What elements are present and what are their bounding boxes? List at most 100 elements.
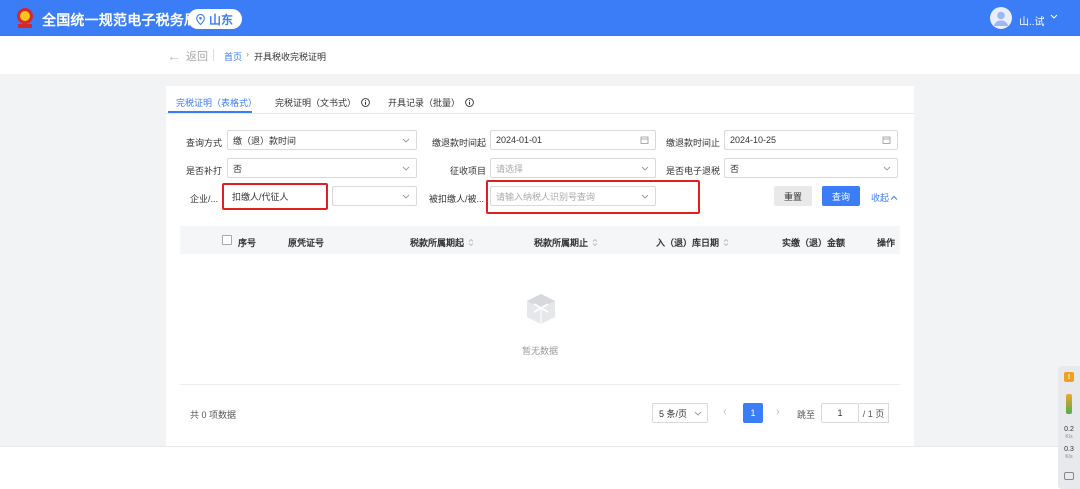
breadcrumb-separator: › (246, 49, 249, 59)
signal-bar-icon (1066, 394, 1072, 414)
collapse-label: 收起 (871, 193, 890, 203)
tab-table-format[interactable]: 完税证明（表格式） (176, 96, 257, 109)
chevron-down-icon (402, 194, 410, 199)
breadcrumb-current: 开具税收完税证明 (254, 52, 327, 62)
upload-speed-unit: K/s (1065, 434, 1073, 440)
column-header: 序号 (238, 236, 256, 249)
total-pages: / 1 页 (859, 403, 889, 423)
footer-area (0, 446, 1080, 489)
tab-bar: 完税证明（表格式） 完税证明（文书式） 开具记录（批量） (166, 86, 914, 114)
query-method-label: 查询方式 (185, 138, 222, 148)
jump-label: 跳至 (797, 410, 816, 420)
column-label: 实缴（退）金额 (782, 238, 846, 248)
divider (180, 384, 900, 385)
column-header: 操作 (877, 236, 895, 249)
table-header: 序号 原凭证号 税款所属期起 税款所属期止 入（退）库日期 实缴（退）金额 操作 (180, 226, 900, 254)
date-from-label: 缴退款时间起 (431, 138, 486, 148)
date-to-label: 缴退款时间止 (665, 138, 720, 148)
region-label: 山东 (209, 12, 234, 27)
top-header: 全国统一规范电子税务局 山东 山..试 (0, 0, 1080, 36)
sort-icon[interactable] (723, 238, 729, 247)
download-speed-unit: K/s (1065, 454, 1073, 460)
chevron-down-icon (694, 411, 702, 416)
region-selector[interactable]: 山东 (188, 9, 242, 29)
e-refund-select[interactable]: 否 (724, 158, 898, 178)
column-header[interactable]: 税款所属期止 (534, 236, 598, 249)
next-page-button[interactable]: › (776, 406, 780, 418)
warning-badge[interactable]: ! (1064, 372, 1074, 382)
chevron-down-icon (883, 166, 891, 171)
enterprise-sub-select[interactable] (332, 186, 417, 206)
reissue-select[interactable]: 否 (227, 158, 417, 178)
breadcrumb-bar: ← 返回 首页 › 开具税收完税证明 (0, 36, 1080, 74)
back-button[interactable]: ← 返回 (167, 48, 208, 64)
chevron-down-icon (641, 166, 649, 171)
levy-item-select[interactable]: 请选择 (490, 158, 656, 178)
page-size-value: 5 条/页 (659, 408, 688, 419)
calendar-icon (640, 136, 649, 144)
tax-emblem-icon (17, 8, 33, 28)
query-method-select[interactable]: 缴（退）款时间 (227, 130, 417, 150)
collapse-link[interactable]: 收起 (871, 191, 898, 204)
total-count: 共 0 项数据 (190, 410, 237, 420)
select-all-checkbox[interactable] (222, 235, 232, 245)
arrow-left-icon: ← (167, 48, 181, 64)
levy-item-label: 征收项目 (449, 166, 486, 176)
select-value: 否 (730, 163, 740, 174)
e-refund-label: 是否电子退税 (665, 166, 720, 176)
reissue-label: 是否补打 (185, 166, 222, 176)
select-placeholder: 请选择 (496, 163, 524, 174)
calendar-icon (882, 136, 891, 144)
column-header: 实缴（退）金额 (782, 236, 845, 249)
sort-icon[interactable] (468, 238, 474, 247)
column-label: 序号 (238, 238, 257, 248)
user-icon (993, 11, 1009, 26)
page-size-select[interactable]: 5 条/页 (652, 403, 708, 423)
reset-button[interactable]: 重置 (774, 186, 812, 206)
column-label: 原凭证号 (288, 238, 325, 248)
floating-monitor-widget[interactable]: ! 0.2 K/s 0.3 K/s (1058, 366, 1080, 489)
chevron-up-icon (890, 195, 898, 200)
chevron-down-icon[interactable] (1050, 12, 1058, 20)
download-speed: 0.3 (1064, 446, 1074, 453)
chevron-down-icon (402, 138, 410, 143)
date-from-picker[interactable]: 2024-01-01 (490, 130, 656, 150)
column-label: 税款所属期起 (410, 238, 465, 248)
sort-icon[interactable] (592, 238, 598, 247)
divider (213, 49, 214, 61)
tab-issue-records[interactable]: 开具记录（批量） (388, 96, 474, 109)
search-button[interactable]: 查询 (822, 186, 860, 206)
highlight-box (486, 180, 700, 214)
avatar[interactable] (990, 7, 1012, 29)
tab-label: 完税证明（文书式） (275, 98, 357, 108)
column-header[interactable]: 入（退）库日期 (656, 236, 729, 249)
info-icon[interactable] (361, 98, 370, 107)
info-icon[interactable] (465, 98, 474, 107)
back-label: 返回 (186, 51, 208, 63)
date-value: 2024-10-25 (730, 135, 777, 145)
column-label: 入（退）库日期 (656, 238, 720, 248)
page-number-button[interactable]: 1 (743, 403, 763, 423)
empty-box-icon (527, 294, 555, 324)
chevron-down-icon (402, 166, 410, 171)
main-card: 完税证明（表格式） 完税证明（文书式） 开具记录（批量） 查询方式 缴（退）款时… (166, 86, 914, 446)
select-value: 否 (233, 163, 243, 174)
empty-state-text: 暂无数据 (522, 346, 559, 356)
tab-label: 开具记录（批量） (388, 98, 461, 108)
breadcrumb-home[interactable]: 首页 (224, 50, 242, 63)
date-value: 2024-01-01 (496, 135, 543, 145)
tab-document-format[interactable]: 完税证明（文书式） (275, 96, 370, 109)
camera-icon[interactable] (1064, 472, 1074, 480)
jump-page-input[interactable]: 1 (821, 403, 859, 423)
prev-page-button[interactable]: ‹ (723, 406, 727, 418)
enterprise-label: 企业/... (189, 194, 218, 204)
location-pin-icon (196, 13, 205, 25)
site-title: 全国统一规范电子税务局 (42, 12, 199, 28)
column-label: 操作 (877, 238, 896, 248)
highlight-box (222, 183, 328, 210)
column-label: 税款所属期止 (534, 238, 589, 248)
date-to-picker[interactable]: 2024-10-25 (724, 130, 898, 150)
user-name[interactable]: 山..试 (1019, 13, 1045, 28)
column-header: 原凭证号 (288, 236, 324, 249)
column-header[interactable]: 税款所属期起 (410, 236, 474, 249)
